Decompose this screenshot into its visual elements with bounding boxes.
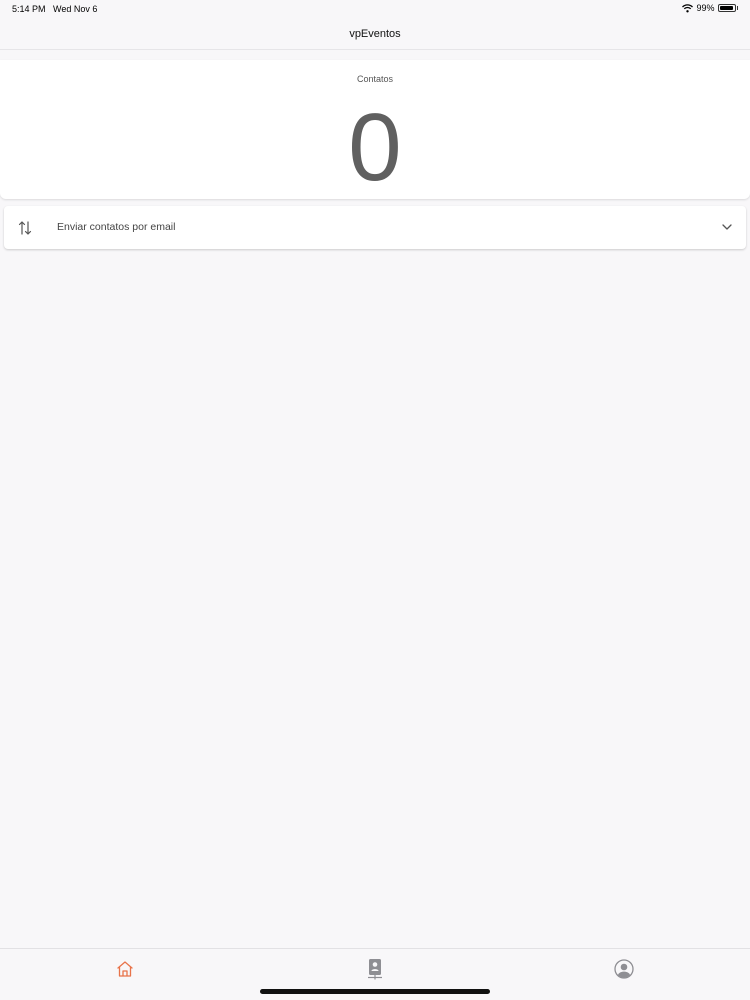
- tab-home[interactable]: [105, 958, 145, 980]
- status-indicators: 99%: [682, 3, 738, 13]
- status-bar: 5:14 PM Wed Nov 6 99%: [0, 0, 750, 18]
- tab-badge[interactable]: [355, 958, 395, 980]
- home-icon: [117, 961, 133, 977]
- send-contacts-email-accordion[interactable]: Enviar contatos por email: [4, 206, 746, 249]
- tab-profile[interactable]: [604, 958, 644, 980]
- contacts-counter-label: Contatos: [356, 74, 394, 84]
- page-title: vpEventos: [349, 28, 401, 40]
- user-circle-icon: [614, 959, 634, 979]
- contacts-counter-value: 0: [348, 94, 402, 201]
- battery-tip: [736, 6, 738, 10]
- status-time: 5:14 PM: [12, 4, 46, 14]
- navigation-bar: vpEventos: [0, 18, 750, 50]
- status-date: Wed Nov 6: [53, 4, 98, 14]
- swap-vertical-icon: [18, 221, 32, 235]
- battery-icon: [717, 4, 736, 12]
- battery-percent: 99%: [696, 3, 715, 13]
- id-badge-icon: [368, 959, 382, 980]
- app-screen: 5:14 PM Wed Nov 6 99% vpEventos Contatos…: [0, 0, 750, 1000]
- contacts-counter-card: Contatos 0: [0, 60, 750, 199]
- chevron-down-icon: [722, 224, 732, 230]
- send-contacts-email-label: Enviar contatos por email: [57, 221, 176, 233]
- home-indicator[interactable]: [260, 989, 490, 994]
- wifi-icon: [682, 3, 694, 12]
